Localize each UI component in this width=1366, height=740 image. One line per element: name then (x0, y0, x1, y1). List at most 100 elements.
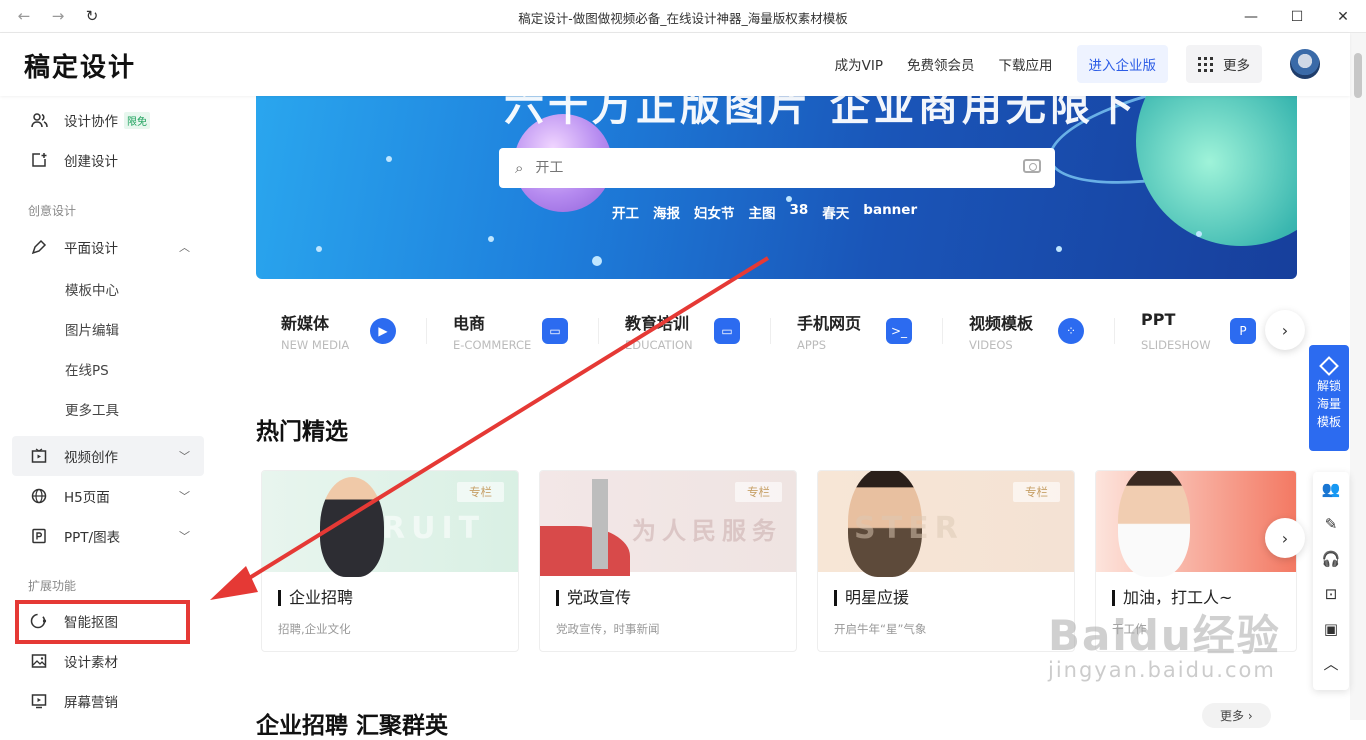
hot-word[interactable]: 妇女节 (694, 202, 735, 222)
cards-next-button[interactable]: › (1265, 518, 1305, 558)
category-subtitle: E-COMMERCE (453, 338, 532, 352)
chevron-down-icon[interactable]: ﹀ (179, 448, 190, 464)
hot-word[interactable]: 38 (790, 202, 809, 222)
play-icon: ▶ (370, 318, 396, 344)
card-desc: 党政宣传，时事新闻 (556, 622, 660, 636)
feedback-icon[interactable]: ▣ (1313, 612, 1349, 647)
category-title: 教育培训 (625, 314, 690, 333)
sidebar-item-label: PPT/图表 (64, 530, 121, 546)
sidebar-item-screen[interactable]: 屏幕营销 (12, 681, 204, 721)
download-app-link[interactable]: 下载应用 (999, 54, 1053, 74)
category-new-media[interactable]: 新媒体 NEW MEDIA ▶ (256, 304, 427, 360)
card-desc: 招聘,企业文化 (278, 622, 351, 636)
chevron-up-icon[interactable]: ︿ (179, 239, 190, 255)
banner-headline: 六十万正版图片 企业商用无限下 (504, 96, 1138, 130)
window-title: 稿定设计-做图做视频必备_在线设计神器_海量版权素材模板 (518, 11, 848, 26)
hot-word[interactable]: 春天 (822, 202, 849, 222)
reload-icon[interactable]: ↻ (84, 7, 100, 25)
chevron-down-icon[interactable]: ﹀ (179, 488, 190, 504)
category-education[interactable]: 教育培训 EDUCATION ▭ (600, 304, 771, 360)
unlock-label: 解锁 (1316, 379, 1341, 393)
sidebar-item-h5[interactable]: H5页面 ﹀ (12, 476, 204, 516)
highlight-box (15, 600, 190, 644)
chevron-down-icon[interactable]: ﹀ (179, 528, 190, 544)
back-icon[interactable]: ← (16, 7, 32, 25)
globe-icon (30, 487, 48, 505)
edit-icon[interactable]: ✎ (1313, 507, 1349, 542)
category-next-button[interactable]: › (1265, 310, 1305, 350)
chevron-up-icon[interactable]: ︿ (1313, 647, 1349, 682)
baidu-watermark-url: jingyan.baidu.com (1048, 658, 1276, 682)
sidebar-item-create[interactable]: 创建设计 (12, 140, 204, 180)
template-card-recruit[interactable]: RUIT 专栏 企业招聘 招聘,企业文化 (261, 470, 519, 652)
category-ppt[interactable]: PPT SLIDESHOW P (1116, 304, 1287, 360)
more-button[interactable]: 更多 (1186, 45, 1262, 83)
close-icon[interactable]: ✕ (1320, 0, 1366, 33)
baidu-watermark: Baidu经验 (1048, 611, 1281, 660)
terminal-icon: >_ (886, 318, 912, 344)
hot-word[interactable]: 海报 (653, 202, 680, 222)
video-icon (30, 447, 48, 465)
sidebar-item-collab[interactable]: 设计协作 限免 (12, 100, 204, 140)
sidebar-item-label: 设计素材 (64, 655, 118, 671)
sidebar-item-label: 屏幕营销 (64, 695, 118, 711)
sidebar-subitem-online-ps[interactable]: 在线PS (65, 359, 109, 379)
category-title: 手机网页 (797, 314, 862, 333)
minimize-icon[interactable]: — (1228, 0, 1274, 33)
free-member-link[interactable]: 免费领会员 (907, 54, 975, 74)
category-subtitle: EDUCATION (625, 338, 693, 352)
sidebar-item-video[interactable]: 视频创作 ﹀ (12, 436, 204, 476)
unlock-label: 海量 (1316, 397, 1341, 411)
forward-icon[interactable]: → (50, 7, 66, 25)
users-icon[interactable]: 👥 (1313, 472, 1349, 507)
page-scrollbar[interactable] (1350, 33, 1366, 720)
film-reel-icon: ⁘ (1058, 318, 1084, 344)
sidebar-subitem-more-tools[interactable]: 更多工具 (65, 399, 119, 419)
sidebar-item-flat-design[interactable]: 平面设计 ︿ (12, 227, 204, 267)
hot-word[interactable]: banner (863, 202, 917, 222)
present-icon[interactable]: ⊡ (1313, 577, 1349, 612)
category-subtitle: NEW MEDIA (281, 338, 350, 352)
sidebar-item-material[interactable]: 设计素材 (12, 641, 204, 681)
card-image (1096, 471, 1296, 577)
hot-word[interactable]: 开工 (612, 202, 639, 222)
ppt-icon (30, 527, 48, 545)
logo[interactable]: 稿定设计 (24, 47, 136, 84)
category-subtitle: APPS (797, 338, 827, 352)
template-card-star[interactable]: STER 专栏 明星应援 开启牛年“星”气象 (817, 470, 1075, 652)
category-subtitle: SLIDESHOW (1141, 338, 1211, 352)
sidebar-item-label: 视频创作 (64, 450, 118, 466)
category-videos[interactable]: 视频模板 VIDEOS ⁘ (944, 304, 1115, 360)
app-header: 稿定设计 成为VIP 免费领会员 下载应用 进入企业版 更多 (0, 33, 1350, 96)
sidebar-subitem-image-edit[interactable]: 图片编辑 (65, 319, 119, 339)
category-title: 电商 (453, 314, 486, 333)
category-ecommerce[interactable]: 电商 E-COMMERCE ▭ (428, 304, 599, 360)
category-apps[interactable]: 手机网页 APPS >_ (772, 304, 943, 360)
become-vip-link[interactable]: 成为VIP (835, 54, 883, 74)
sidebar-item-label: 平面设计 (64, 241, 118, 257)
cart-icon: ▭ (542, 318, 568, 344)
headset-icon[interactable]: 🎧 (1313, 542, 1349, 577)
template-card-party[interactable]: 为人民服务 专栏 党政宣传 党政宣传，时事新闻 (539, 470, 797, 652)
category-subtitle: VIDEOS (969, 338, 1013, 352)
avatar[interactable] (1290, 49, 1320, 79)
sidebar-item-ppt[interactable]: PPT/图表 ﹀ (12, 516, 204, 556)
maximize-icon[interactable]: ☐ (1274, 0, 1320, 33)
more-link[interactable]: 更多 › (1202, 703, 1271, 728)
section-extension: 扩展功能 (28, 579, 77, 593)
enterprise-button[interactable]: 进入企业版 (1076, 45, 1168, 83)
search-box[interactable]: ⌕ (499, 148, 1055, 188)
hot-word[interactable]: 主图 (749, 202, 776, 222)
add-file-icon (30, 151, 48, 169)
section-title: 热门精选 (256, 419, 348, 445)
category-title: PPT (1141, 310, 1176, 329)
floating-toolbar: 👥 ✎ 🎧 ⊡ ▣ ︿ (1313, 472, 1349, 690)
unlock-templates-button[interactable]: 解锁 海量 模板 (1309, 345, 1349, 451)
sidebar-subitem-template-center[interactable]: 模板中心 (65, 279, 119, 299)
planet-right (1136, 96, 1297, 246)
camera-icon[interactable] (1023, 159, 1041, 173)
sidebar-item-label: 设计协作 (64, 114, 118, 130)
category-row: 新媒体 NEW MEDIA ▶ 电商 E-COMMERCE ▭ 教育培训 EDU… (256, 304, 1296, 360)
card-watermark: STER (854, 511, 964, 546)
search-input[interactable] (535, 160, 976, 176)
